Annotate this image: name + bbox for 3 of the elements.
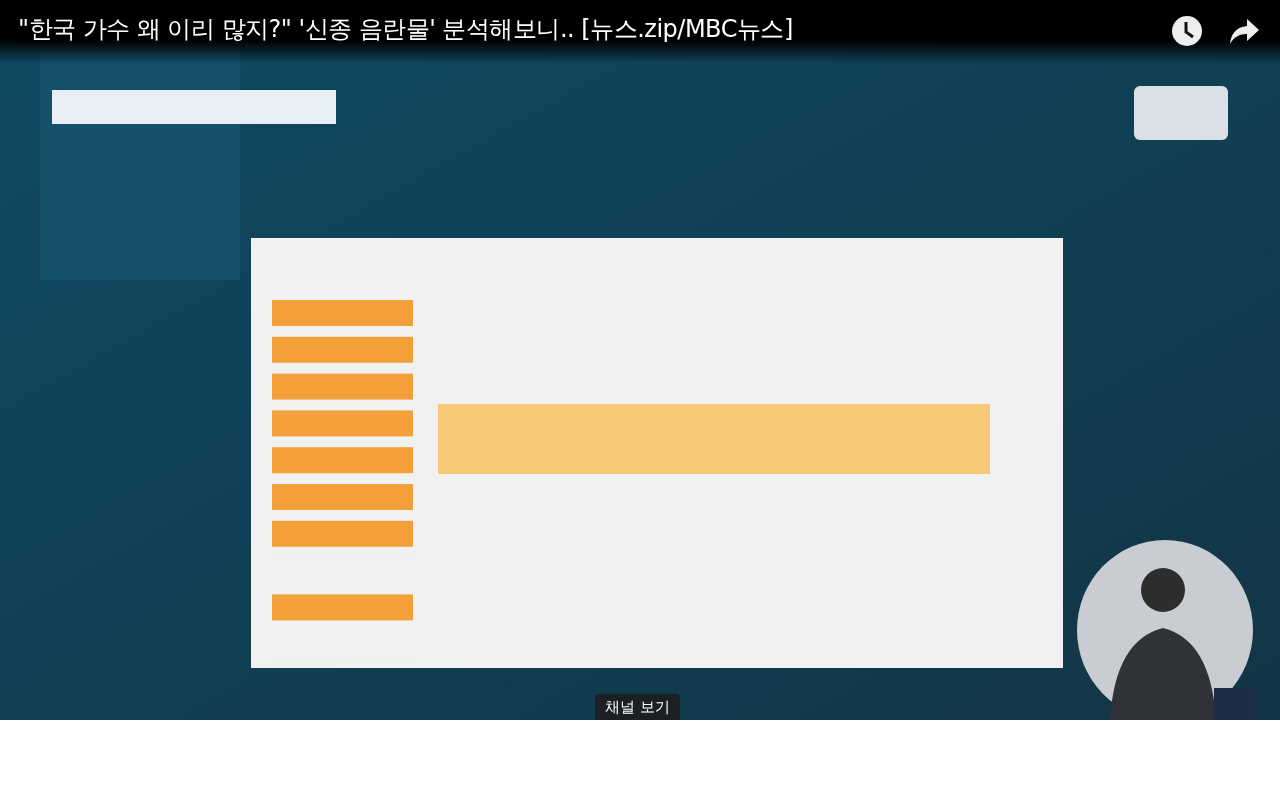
video-player[interactable]: "한국 가수 왜 이리 많지?" '신종 음란물' 분석해보니.. [뉴스.zip/MBC뉴스] 채널 보기 <box>0 0 1280 720</box>
channel-button[interactable]: 채널 보기 <box>595 694 680 720</box>
clock-icon[interactable] <box>1170 14 1204 48</box>
